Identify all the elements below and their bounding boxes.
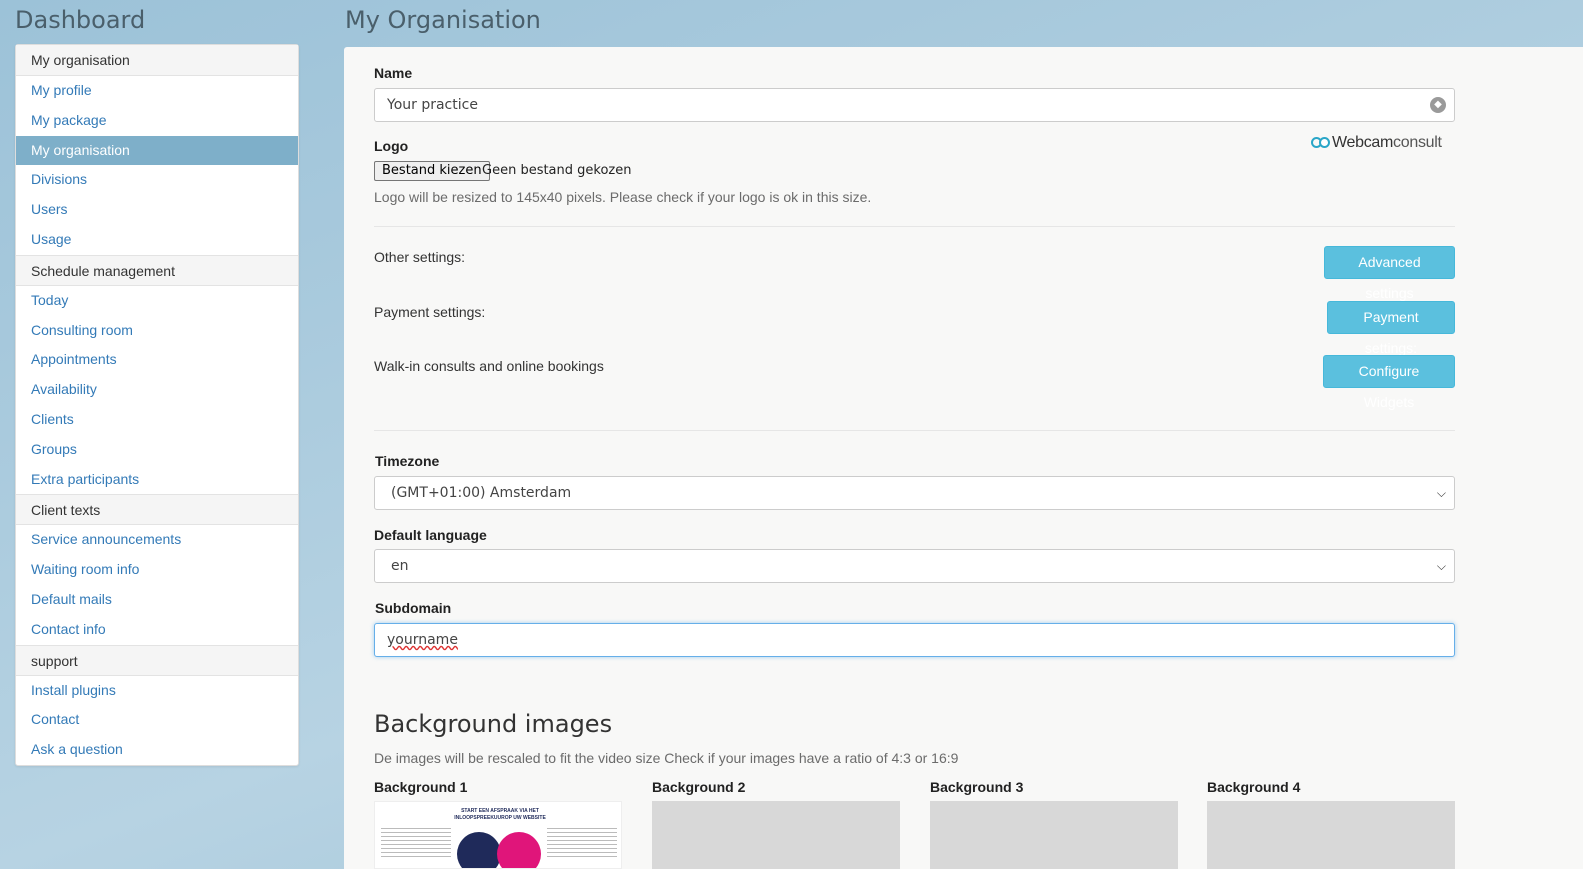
thumbnail-text-lines [381, 828, 451, 858]
password-manager-icon[interactable]: ◆ [1430, 97, 1446, 113]
language-value: en [391, 558, 409, 574]
background-4-label: Background 4 [1207, 779, 1301, 795]
sidebar-item-divisions[interactable]: Divisions [16, 165, 298, 195]
background-1-thumbnail[interactable]: START EEN AFSPRAAK VIA HET INLOOPSPREEKU… [374, 801, 622, 869]
divider [374, 430, 1455, 431]
logo-ring-icon [1319, 137, 1330, 148]
timezone-select[interactable]: (GMT+01:00) Amsterdam ⌵ [374, 476, 1455, 510]
logo-brand-text: Webcam [1332, 134, 1394, 151]
chevron-down-icon: ⌵ [1436, 559, 1446, 573]
sidebar-item-my-package[interactable]: My package [16, 106, 298, 136]
payment-settings-label: Payment settings: [374, 304, 486, 320]
logo-brand-text-light: consult [1393, 134, 1442, 151]
file-status-text: Geen bestand gekozen [482, 163, 632, 178]
name-input-value: Your practice [387, 97, 478, 113]
subdomain-value: yourname [387, 632, 458, 648]
dashboard-title: Dashboard [15, 6, 146, 34]
background-images-hint: De images will be rescaled to fit the vi… [374, 750, 959, 766]
sidebar-section-schedule-management: Schedule management [16, 254, 298, 286]
sidebar-item-install-plugins[interactable]: Install plugins [16, 676, 298, 706]
subdomain-label: Subdomain [375, 600, 452, 616]
sidebar-item-appointments[interactable]: Appointments [16, 345, 298, 375]
chevron-down-icon: ⌵ [1436, 486, 1446, 500]
sidebar-item-consulting-room[interactable]: Consulting room [16, 316, 298, 346]
sidebar-item-extra-participants[interactable]: Extra participants [16, 465, 298, 495]
thumbnail-title: START EEN AFSPRAAK VIA HET INLOOPSPREEKU… [454, 808, 546, 821]
configure-widgets-button[interactable]: Configure Widgets [1323, 355, 1455, 410]
sidebar-item-ask-a-question[interactable]: Ask a question [16, 735, 298, 765]
advanced-settings-button[interactable]: Advanced settings [1324, 246, 1455, 301]
logo-label: Logo [374, 138, 409, 154]
sidebar-item-contact[interactable]: Contact [16, 705, 298, 735]
payment-settings-button[interactable]: Payment settings: [1327, 301, 1455, 356]
logo-hint: Logo will be resized to 145x40 pixels. P… [374, 189, 872, 205]
sidebar-nav: My organisation My profile My package My… [15, 44, 299, 766]
other-settings-label: Other settings: [374, 249, 466, 265]
background-2-thumbnail[interactable] [652, 801, 900, 869]
name-label: Name [374, 65, 413, 81]
sidebar-item-my-organisation[interactable]: My organisation [16, 135, 298, 166]
divider [374, 226, 1455, 227]
thumbnail-text-lines [547, 828, 617, 858]
background-4-thumbnail[interactable] [1207, 801, 1455, 869]
default-language-select[interactable]: en ⌵ [374, 549, 1455, 583]
sidebar-item-default-mails[interactable]: Default mails [16, 585, 298, 615]
name-input[interactable]: Your practice ◆ [374, 88, 1455, 122]
sidebar-item-my-profile[interactable]: My profile [16, 76, 298, 106]
subdomain-input[interactable]: yourname [374, 623, 1455, 657]
background-3-thumbnail[interactable] [930, 801, 1178, 869]
background-2-label: Background 2 [652, 779, 746, 795]
default-language-label: Default language [374, 527, 487, 543]
sidebar-item-groups[interactable]: Groups [16, 435, 298, 465]
sidebar-item-availability[interactable]: Availability [16, 375, 298, 405]
timezone-label: Timezone [375, 453, 440, 469]
thumbnail-circle-navy [457, 832, 501, 868]
organisation-form-panel: Name Your practice ◆ Logo Webcamconsult … [344, 47, 1583, 869]
walkin-consults-label: Walk-in consults and online bookings [374, 358, 604, 374]
thumbnail-circle-pink [497, 832, 541, 868]
sidebar-item-clients[interactable]: Clients [16, 405, 298, 435]
sidebar-section-my-organisation: My organisation [16, 45, 298, 76]
sidebar-item-users[interactable]: Users [16, 195, 298, 225]
choose-file-button[interactable]: Bestand kiezen [374, 161, 490, 181]
sidebar-section-client-texts: Client texts [16, 494, 298, 526]
background-3-label: Background 3 [930, 779, 1024, 795]
sidebar-section-support: support [16, 644, 298, 676]
sidebar-item-waiting-room-info[interactable]: Waiting room info [16, 555, 298, 585]
background-1-label: Background 1 [374, 779, 468, 795]
background-images-heading: Background images [374, 710, 613, 738]
sidebar-item-contact-info[interactable]: Contact info [16, 615, 298, 645]
timezone-value: (GMT+01:00) Amsterdam [391, 485, 572, 501]
webcamconsult-logo: Webcamconsult [1311, 134, 1442, 152]
sidebar-item-service-announcements[interactable]: Service announcements [16, 525, 298, 555]
sidebar-item-usage[interactable]: Usage [16, 225, 298, 255]
sidebar-item-today[interactable]: Today [16, 286, 298, 316]
page-title: My Organisation [345, 6, 541, 34]
